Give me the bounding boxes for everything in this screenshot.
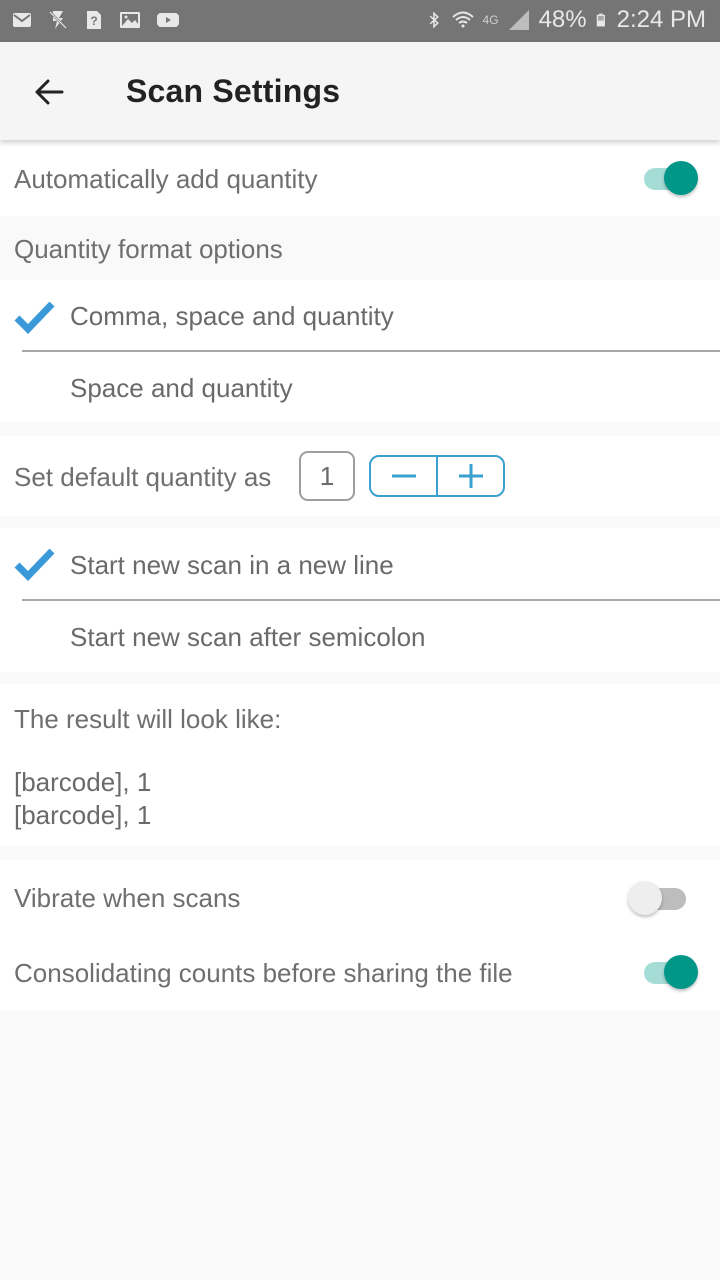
option-space-quantity[interactable]: Space and quantity [0,352,720,422]
clock: 2:24 PM [616,6,706,33]
scan-separator-options: Start new scan in a new line Start new s… [0,528,720,672]
mail-icon [13,13,31,27]
svg-text:?: ? [90,14,97,28]
option-comma-space-quantity[interactable]: Comma, space and quantity [0,280,720,350]
checkmark-icon [14,548,55,581]
default-quantity-input[interactable]: 1 [299,451,355,501]
auto-add-quantity-toggle[interactable] [640,158,700,198]
result-preview: The result will look like: [barcode], 1 … [0,684,720,846]
default-quantity-row: Set default quantity as 1 [0,436,720,516]
option-label: Space and quantity [70,373,293,403]
auto-add-quantity-row[interactable]: Automatically add quantity [0,140,720,216]
page-title: Scan Settings [126,73,341,109]
toggles-section: Vibrate when scans Consolidating counts … [0,860,720,1010]
vibrate-row[interactable]: Vibrate when scans [0,860,720,936]
flash-off-icon [49,11,67,29]
checkmark-icon [14,301,55,334]
preview-line: [barcode], 1 [14,767,152,797]
consolidate-label: Consolidating counts before sharing the … [14,958,513,988]
increment-button[interactable] [436,457,503,495]
minus-icon [391,474,416,478]
auto-add-quantity-label: Automatically add quantity [14,164,318,194]
wifi-icon [451,11,474,28]
vibrate-toggle[interactable] [628,878,688,918]
status-bar: ? 4G 48% 2:24 PM [0,0,720,42]
battery-icon [596,13,605,27]
option-label: Comma, space and quantity [70,301,394,331]
plus-icon [458,464,483,488]
preview-line: [barcode], 1 [14,800,152,830]
youtube-icon [157,13,179,27]
option-label: Start new scan in a new line [70,550,394,580]
signal-icon [508,10,529,30]
arrow-left-icon[interactable] [30,72,70,112]
quantity-stepper [369,455,505,497]
bluetooth-icon [429,11,439,29]
vibrate-label: Vibrate when scans [14,883,241,913]
image-icon [120,12,140,28]
preview-label: The result will look like: [14,704,282,734]
option-after-semicolon[interactable]: Start new scan after semicolon [0,601,720,672]
network-type-label: 4G [482,13,499,27]
app-bar: Scan Settings [0,42,720,140]
battery-percent: 48% [538,6,587,33]
unknown-file-icon: ? [87,11,101,29]
default-quantity-label: Set default quantity as [14,462,272,492]
consolidate-row[interactable]: Consolidating counts before sharing the … [0,936,720,1010]
consolidate-toggle[interactable] [640,952,700,992]
quantity-format-options: Comma, space and quantity Space and quan… [0,280,720,422]
quantity-format-header: Quantity format options [14,234,283,264]
option-new-line[interactable]: Start new scan in a new line [0,528,720,599]
option-label: Start new scan after semicolon [70,622,426,652]
decrement-button[interactable] [371,457,436,495]
